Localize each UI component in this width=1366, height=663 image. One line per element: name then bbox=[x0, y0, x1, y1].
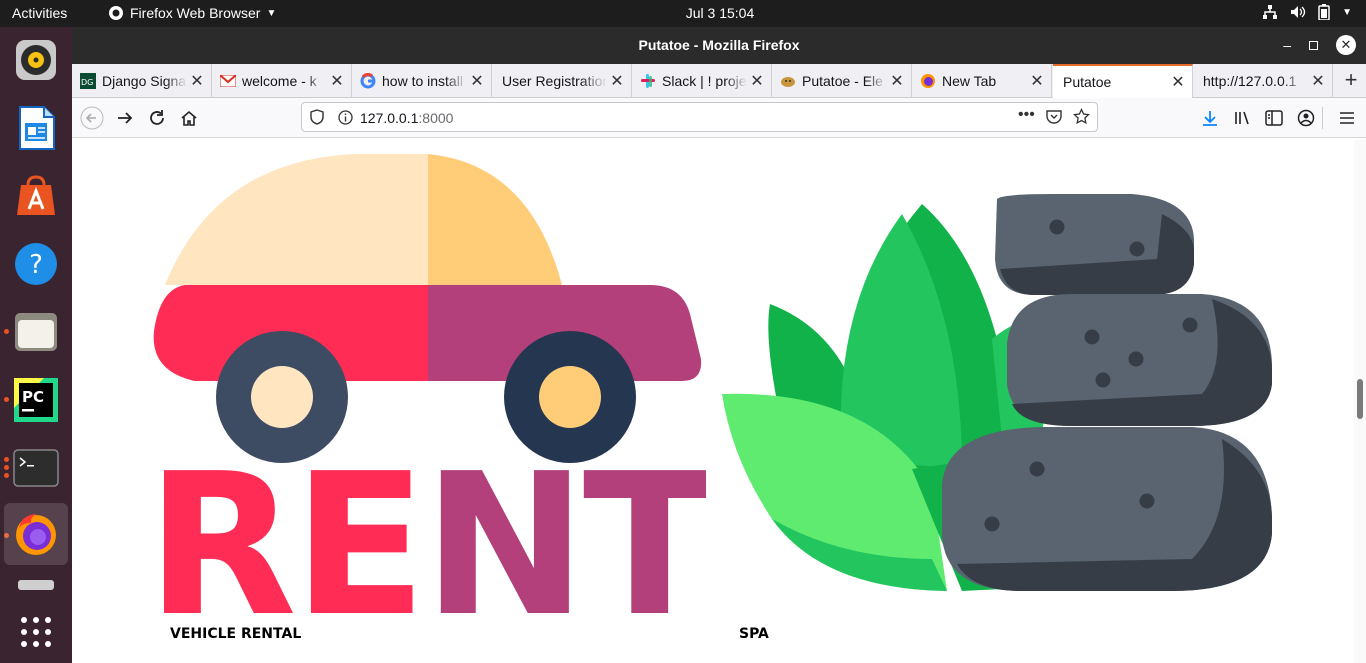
ubuntu-dock: ? PC bbox=[0, 27, 72, 663]
sidebar-icon bbox=[1265, 110, 1283, 126]
tab-how-to-install[interactable]: how to install ✕ bbox=[352, 64, 492, 98]
trash-icon bbox=[18, 580, 54, 590]
terminal-launcher[interactable] bbox=[4, 437, 68, 499]
django-icon: DG bbox=[80, 73, 96, 89]
close-tab-icon[interactable]: ✕ bbox=[187, 71, 207, 91]
svg-text:PC: PC bbox=[22, 388, 44, 406]
libreoffice-writer-icon bbox=[19, 106, 55, 150]
putatoe-icon bbox=[780, 73, 796, 89]
url-text[interactable]: 127.0.0.1:8000 bbox=[360, 110, 453, 126]
tab-welcome[interactable]: welcome - k ✕ bbox=[212, 64, 352, 98]
help-icon: ? bbox=[15, 243, 57, 285]
grid-icon bbox=[21, 617, 51, 647]
close-tab-icon[interactable]: ✕ bbox=[1027, 71, 1047, 91]
close-tab-icon[interactable]: ✕ bbox=[327, 71, 347, 91]
tab-new-tab[interactable]: New Tab ✕ bbox=[912, 64, 1052, 98]
tab-user-registration[interactable]: User Registration ✕ bbox=[492, 64, 632, 98]
library-button[interactable] bbox=[1230, 106, 1254, 130]
scrollbar-thumb[interactable] bbox=[1357, 379, 1363, 419]
chevron-down-icon: ▼ bbox=[1342, 6, 1352, 18]
trash-launcher[interactable] bbox=[4, 573, 68, 593]
gmail-icon bbox=[220, 73, 236, 89]
ubuntu-software-icon bbox=[17, 175, 55, 215]
close-tab-icon[interactable]: ✕ bbox=[1168, 72, 1188, 92]
svg-text:DG: DG bbox=[81, 78, 93, 87]
files-launcher[interactable] bbox=[4, 301, 68, 363]
arrow-left-icon bbox=[80, 106, 104, 130]
new-tab-button[interactable]: + bbox=[1338, 68, 1364, 94]
vehicle-rental-card[interactable]: RENT VEHICLE RENTAL bbox=[146, 139, 710, 663]
back-button[interactable] bbox=[80, 106, 104, 130]
clock[interactable]: Jul 3 15:04 bbox=[0, 5, 1366, 21]
shield-icon[interactable] bbox=[310, 109, 324, 130]
arrow-right-icon bbox=[118, 112, 133, 124]
battery-icon bbox=[1318, 4, 1330, 20]
sidebar-button[interactable] bbox=[1262, 106, 1286, 130]
downloads-button[interactable] bbox=[1198, 106, 1222, 130]
gnome-top-bar: Activities Firefox Web Browser ▼ Jul 3 1… bbox=[0, 0, 1366, 27]
bookmark-star-icon[interactable] bbox=[1073, 107, 1090, 130]
rhythmbox-icon bbox=[16, 40, 56, 80]
close-tab-icon[interactable]: ✕ bbox=[607, 71, 627, 91]
pycharm-icon: PC bbox=[14, 378, 58, 422]
show-applications-button[interactable] bbox=[4, 601, 68, 663]
firefox-launcher[interactable] bbox=[4, 503, 68, 565]
system-tray[interactable]: ▼ bbox=[1262, 4, 1352, 20]
card-label: VEHICLE RENTAL bbox=[170, 626, 302, 642]
maximize-icon[interactable] bbox=[1309, 40, 1318, 50]
navigation-toolbar: 127.0.0.1:8000 ••• bbox=[72, 98, 1366, 138]
terminal-icon bbox=[13, 449, 59, 487]
tab-slack[interactable]: Slack | ! project ✕ bbox=[632, 64, 772, 98]
home-button[interactable] bbox=[177, 106, 201, 130]
libreoffice-writer-launcher[interactable] bbox=[4, 97, 68, 159]
folder-icon bbox=[15, 313, 57, 351]
pocket-icon[interactable] bbox=[1046, 109, 1062, 129]
volume-icon bbox=[1291, 6, 1306, 18]
library-icon bbox=[1235, 111, 1249, 125]
home-icon bbox=[181, 110, 197, 126]
close-tab-icon[interactable]: ✕ bbox=[467, 71, 487, 91]
close-tab-icon[interactable]: ✕ bbox=[887, 71, 907, 91]
help-launcher[interactable]: ? bbox=[4, 233, 68, 295]
reload-icon bbox=[150, 110, 164, 125]
network-icon bbox=[1263, 5, 1278, 19]
tab-putatoe-selected[interactable]: Putatoe ✕ bbox=[1053, 64, 1193, 98]
url-bar[interactable]: 127.0.0.1:8000 ••• bbox=[301, 102, 1098, 132]
google-icon bbox=[360, 73, 376, 89]
close-window-button[interactable]: ✕ bbox=[1336, 35, 1356, 55]
tab-django-signals[interactable]: DG Django Signals ✕ bbox=[72, 64, 212, 98]
tab-putatoe-ele[interactable]: Putatoe - Ele ✕ bbox=[772, 64, 912, 98]
rent-wordmark: RENT bbox=[146, 461, 706, 637]
minimize-icon[interactable]: – bbox=[1283, 37, 1291, 53]
app-menu-button[interactable] bbox=[1335, 106, 1359, 130]
hamburger-menu-icon bbox=[1340, 112, 1354, 124]
account-button[interactable] bbox=[1294, 106, 1318, 130]
slack-icon bbox=[640, 73, 656, 89]
pycharm-launcher[interactable]: PC bbox=[4, 369, 68, 431]
svg-text:?: ? bbox=[29, 250, 43, 280]
info-icon[interactable] bbox=[338, 110, 353, 130]
firefox-icon bbox=[16, 514, 56, 555]
reload-button[interactable] bbox=[145, 106, 169, 130]
page-content: RENT VEHICLE RENTAL SPA bbox=[72, 139, 1354, 663]
account-icon bbox=[1297, 109, 1315, 127]
close-tab-icon[interactable]: ✕ bbox=[747, 71, 767, 91]
card-label: SPA bbox=[739, 626, 769, 642]
window-titlebar[interactable]: Putatoe - Mozilla Firefox – ✕ bbox=[72, 27, 1366, 64]
spa-card[interactable]: SPA bbox=[722, 139, 1282, 663]
rhythmbox-launcher[interactable] bbox=[4, 29, 68, 91]
page-actions-icon[interactable]: ••• bbox=[1018, 106, 1035, 124]
tab-localhost[interactable]: http://127.0.0.1 ✕ bbox=[1193, 64, 1333, 98]
window-title: Putatoe - Mozilla Firefox bbox=[638, 37, 800, 53]
firefox-icon bbox=[920, 73, 936, 89]
tab-strip: DG Django Signals ✕ welcome - k ✕ how to… bbox=[72, 64, 1366, 98]
spa-stones-illustration bbox=[722, 194, 1272, 591]
close-tab-icon[interactable]: ✕ bbox=[1308, 71, 1328, 91]
download-icon bbox=[1203, 111, 1217, 126]
forward-button[interactable] bbox=[113, 106, 137, 130]
page-scrollbar[interactable] bbox=[1354, 139, 1366, 663]
ubuntu-software-launcher[interactable] bbox=[4, 165, 68, 227]
